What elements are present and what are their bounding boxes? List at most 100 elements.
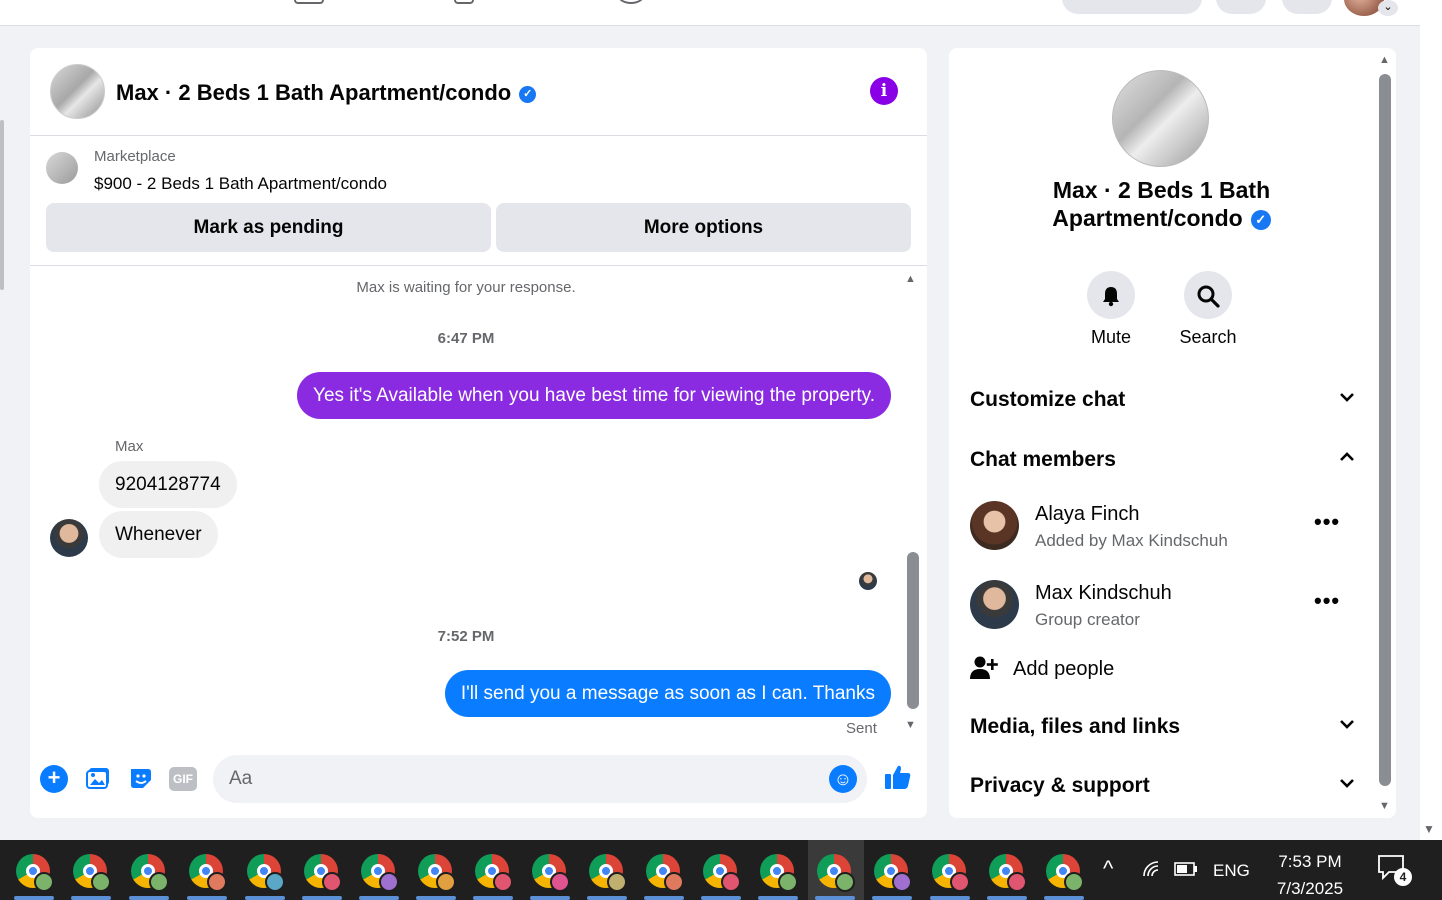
profile-badge-icon [149,872,169,892]
scroll-up-arrow-icon[interactable]: ▲ [1379,54,1390,66]
chrome-taskbar-icon[interactable] [872,852,912,900]
outgoing-message[interactable]: I'll send you a message as soon as I can… [444,670,891,717]
profile-badge-icon [835,872,855,892]
chrome-taskbar-icon[interactable] [187,852,227,900]
member-row[interactable]: Alaya Finch Added by Max Kindschuh ••• [970,501,1355,551]
create-pill[interactable] [1062,0,1202,14]
running-indicator [1044,896,1084,900]
member-avatar[interactable] [970,580,1019,629]
wifi-icon[interactable] [1142,860,1162,882]
privacy-support-section[interactable]: Privacy & support [970,774,1355,804]
media-files-links-section[interactable]: Media, files and links [970,715,1355,745]
customize-chat-label: Customize chat [970,388,1126,411]
chrome-taskbar-icon[interactable] [14,852,54,900]
scroll-down-arrow-icon[interactable]: ▼ [905,719,916,731]
groups-nav-icon[interactable] [454,0,474,4]
profile-badge-icon [950,872,970,892]
profile-badge-icon [550,872,570,892]
chrome-taskbar-icon[interactable] [987,852,1027,900]
search-action[interactable]: Search [1168,271,1248,348]
menu-icon[interactable] [1216,0,1266,14]
chat-avatar[interactable] [50,64,105,119]
chrome-taskbar-icon[interactable] [587,852,627,900]
sticker-icon[interactable] [127,765,155,793]
chevron-down-icon [1339,717,1355,735]
chrome-taskbar-icon[interactable] [930,852,970,900]
chevron-up-icon[interactable]: ^ [1103,856,1113,882]
bell-icon[interactable] [1087,271,1135,319]
member-name[interactable]: Alaya Finch [1035,503,1140,526]
profile-badge-icon [265,872,285,892]
chat-members-section[interactable]: Chat members [970,448,1355,478]
chrome-taskbar-icon[interactable] [245,852,285,900]
chrome-taskbar-icon[interactable] [530,852,570,900]
message-scrollbar[interactable] [907,552,919,709]
marketplace-listing-bar: Marketplace $900 - 2 Beds 1 Bath Apartme… [30,136,927,266]
message-composer: + GIF ☺ [30,748,927,818]
marketplace-nav-icon[interactable] [294,0,324,4]
customize-chat-section[interactable]: Customize chat [970,388,1355,418]
incoming-message[interactable]: 9204128774 [99,461,237,508]
chrome-taskbar-icon[interactable] [1044,852,1084,900]
privacy-support-label: Privacy & support [970,774,1150,797]
like-icon[interactable] [882,762,914,794]
scroll-down-arrow-icon[interactable]: ▼ [1423,822,1435,836]
info-panel-scrollbar[interactable] [1379,74,1391,786]
profile-badge-icon [91,872,111,892]
profile-badge-icon [1007,872,1027,892]
incoming-message[interactable]: Whenever [99,511,218,558]
profile-badge-icon [493,872,513,892]
mute-action[interactable]: Mute [1071,271,1151,348]
more-options-button[interactable]: More options [496,203,911,252]
chrome-taskbar-icon[interactable] [815,852,855,900]
battery-icon[interactable] [1174,860,1198,882]
message-input[interactable] [213,755,867,803]
emoji-icon[interactable]: ☺ [829,765,857,793]
gif-icon[interactable]: GIF [169,767,197,791]
photo-icon[interactable] [84,765,112,793]
running-indicator [245,896,285,900]
scroll-up-arrow-icon[interactable]: ▲ [905,273,916,285]
more-options-icon[interactable]: ••• [1314,509,1340,535]
chrome-taskbar-icon[interactable] [416,852,456,900]
language-indicator[interactable]: ENG [1213,861,1250,881]
chrome-taskbar-icon[interactable] [701,852,741,900]
scroll-down-arrow-icon[interactable]: ▼ [1379,800,1390,812]
chrome-taskbar-icon[interactable] [71,852,111,900]
sender-avatar[interactable] [50,519,88,557]
running-indicator [473,896,513,900]
chrome-taskbar-icon[interactable] [644,852,684,900]
running-indicator [587,896,627,900]
info-icon[interactable]: i [870,77,898,105]
listing-thumbnail[interactable] [46,152,78,184]
outgoing-message[interactable]: Yes it's Available when you have best ti… [297,372,891,419]
messenger-icon[interactable] [1282,0,1332,14]
more-options-icon[interactable]: ••• [1314,588,1340,614]
gaming-nav-icon[interactable] [618,0,644,4]
chat-title[interactable]: Max · 2 Beds 1 Bath Apartment/condo [116,80,511,105]
running-indicator [815,896,855,900]
page-scrollbar-right[interactable]: ▼ [1420,0,1442,840]
plus-icon[interactable]: + [40,765,68,793]
chrome-taskbar-icon[interactable] [359,852,399,900]
chevron-down-icon[interactable]: ⌄ [1378,0,1398,16]
media-files-links-label: Media, files and links [970,715,1181,738]
listing-name[interactable]: $900 - 2 Beds 1 Bath Apartment/condo [94,174,387,194]
system-clock[interactable]: 7:53 PM 7/3/2025 [1260,848,1360,900]
chrome-taskbar-icon[interactable] [473,852,513,900]
profile-badge-icon [892,872,912,892]
chrome-taskbar-icon[interactable] [758,852,798,900]
chrome-taskbar-icon[interactable] [302,852,342,900]
mark-as-pending-button[interactable]: Mark as pending [46,203,491,252]
search-icon[interactable] [1184,271,1232,319]
member-name[interactable]: Max Kindschuh [1035,582,1172,605]
page-scrollbar-left[interactable] [0,120,4,290]
group-avatar[interactable] [1112,70,1209,167]
chrome-taskbar-icon[interactable] [129,852,169,900]
message-list: Max is waiting for your response. 6:47 P… [30,267,927,743]
group-name[interactable]: Max · 2 Beds 1 Bath Apartment/condo [1052,177,1270,231]
member-row[interactable]: Max Kindschuh Group creator ••• [970,580,1355,630]
running-indicator [359,896,399,900]
notification-center-icon[interactable]: 4 [1377,854,1412,888]
member-avatar[interactable] [970,501,1019,550]
